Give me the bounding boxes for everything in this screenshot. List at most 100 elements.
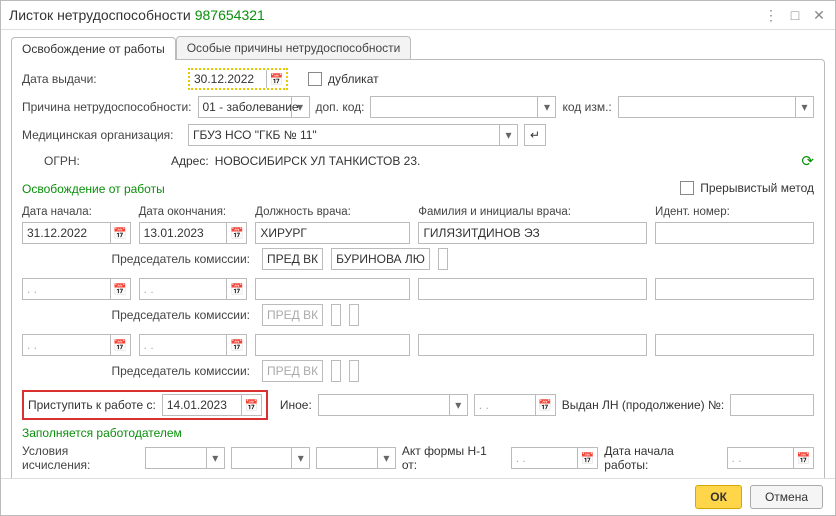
- med-org-open-button[interactable]: ↵: [524, 124, 546, 146]
- grid-header: Дата начала: Дата окончания: Должность в…: [22, 206, 814, 218]
- section-employer-title: Заполняется работодателем: [22, 426, 814, 440]
- period1-chair-ident[interactable]: [438, 248, 448, 270]
- calendar-icon[interactable]: 📅: [793, 448, 813, 468]
- calc-combo-2[interactable]: ▾: [231, 447, 311, 469]
- period3-fio[interactable]: [418, 334, 647, 356]
- reason-label: Причина нетрудоспособности:: [22, 100, 192, 114]
- issued-ln-input[interactable]: [730, 394, 814, 416]
- other-label: Иное:: [280, 398, 312, 412]
- period3-chair-post[interactable]: ПРЕД ВК: [262, 360, 323, 382]
- chevron-down-icon[interactable]: ▾: [449, 395, 467, 415]
- act-date[interactable]: . . 📅: [511, 447, 599, 469]
- code-change-label: код изм.:: [562, 100, 611, 114]
- window-title-prefix: Листок нетрудоспособности: [9, 7, 191, 23]
- period3-start[interactable]: . . 📅: [22, 334, 131, 356]
- period3-post[interactable]: [255, 334, 410, 356]
- chevron-down-icon[interactable]: ▾: [206, 448, 224, 468]
- chairman-row: Председатель комиссии: ПРЕД ВК: [22, 360, 814, 382]
- period1-end[interactable]: 13.01.2023 📅: [139, 222, 248, 244]
- period-row: 31.12.2022 📅 13.01.2023 📅 ХИРУРГ ГИЛЯЗИТ…: [22, 222, 814, 244]
- refresh-icon[interactable]: ⟳: [801, 152, 814, 170]
- ok-button[interactable]: ОК: [695, 485, 742, 509]
- titlebar: Листок нетрудоспособности 987654321 ⋮ □ …: [1, 1, 835, 30]
- calc-combo-1[interactable]: ▾: [145, 447, 225, 469]
- chevron-down-icon[interactable]: ▾: [291, 97, 309, 117]
- more-icon[interactable]: ⋮: [763, 7, 779, 23]
- calendar-icon[interactable]: 📅: [241, 395, 261, 415]
- issue-date-input[interactable]: 30.12.2022 📅: [188, 68, 288, 90]
- period2-chair-post[interactable]: ПРЕД ВК: [262, 304, 323, 326]
- duplicate-checkbox[interactable]: [308, 72, 322, 86]
- tab-panel: Дата выдачи: 30.12.2022 📅 дубликат Причи…: [11, 59, 825, 487]
- act-label: Акт формы Н-1 от:: [402, 444, 505, 472]
- return-label: Приступить к работе с:: [28, 398, 156, 412]
- calendar-icon[interactable]: 📅: [226, 279, 246, 299]
- maximize-icon[interactable]: □: [787, 7, 803, 23]
- intermittent-label: Прерывистый метод: [700, 181, 814, 195]
- period1-ident[interactable]: [655, 222, 814, 244]
- dop-code-label: доп. код:: [316, 100, 365, 114]
- code-change-combo[interactable]: ▾: [618, 96, 814, 118]
- work-start-date[interactable]: . . 📅: [727, 447, 815, 469]
- work-start-label: Дата начала работы:: [604, 444, 720, 472]
- chevron-down-icon[interactable]: ▾: [291, 448, 309, 468]
- intermittent-checkbox[interactable]: [680, 181, 694, 195]
- period3-chair-fio[interactable]: [331, 360, 341, 382]
- issued-ln-label: Выдан ЛН (продолжение) №:: [562, 398, 724, 412]
- issue-date-value: 30.12.2022: [194, 72, 254, 86]
- dop-code-combo[interactable]: ▾: [370, 96, 556, 118]
- ogrn-label: ОГРН:: [22, 154, 67, 168]
- tab-release[interactable]: Освобождение от работы: [11, 37, 176, 60]
- calendar-icon[interactable]: 📅: [226, 223, 246, 243]
- return-highlight-group: Приступить к работе с: 14.01.2023 📅: [22, 390, 268, 420]
- period-row: . . 📅 . . 📅: [22, 334, 814, 356]
- period1-chair-post[interactable]: ПРЕД ВК: [262, 248, 323, 270]
- period3-chair-ident[interactable]: [349, 360, 359, 382]
- period3-end[interactable]: . . 📅: [139, 334, 248, 356]
- other-combo[interactable]: ▾: [318, 394, 468, 416]
- footer: ОК Отмена: [1, 478, 835, 515]
- period2-end[interactable]: . . 📅: [139, 278, 248, 300]
- calendar-icon[interactable]: 📅: [535, 395, 555, 415]
- chairman-row: Председатель комиссии: ПРЕД ВК БУРИНОВА …: [22, 248, 814, 270]
- chevron-down-icon[interactable]: ▾: [537, 97, 555, 117]
- calc-combo-3[interactable]: ▾: [316, 447, 396, 469]
- chevron-down-icon[interactable]: ▾: [499, 125, 517, 145]
- chevron-down-icon[interactable]: ▾: [795, 97, 813, 117]
- period2-post[interactable]: [255, 278, 410, 300]
- chairman-row: Председатель комиссии: ПРЕД ВК: [22, 304, 814, 326]
- close-icon[interactable]: ✕: [811, 7, 827, 23]
- period2-chair-ident[interactable]: [349, 304, 359, 326]
- period1-post[interactable]: ХИРУРГ: [255, 222, 410, 244]
- calendar-icon[interactable]: 📅: [110, 335, 130, 355]
- calendar-icon[interactable]: 📅: [110, 223, 130, 243]
- calc-label: Условия исчисления:: [22, 444, 139, 472]
- cancel-button[interactable]: Отмена: [750, 485, 823, 509]
- med-org-label: Медицинская организация:: [22, 128, 182, 142]
- chevron-down-icon[interactable]: ▾: [377, 448, 395, 468]
- other-date[interactable]: . . 📅: [474, 394, 556, 416]
- window-title-number: 987654321: [195, 7, 265, 23]
- calendar-icon[interactable]: 📅: [577, 448, 597, 468]
- period1-fio[interactable]: ГИЛЯЗИТДИНОВ ЭЗ: [418, 222, 647, 244]
- calendar-icon[interactable]: 📅: [110, 279, 130, 299]
- calendar-icon[interactable]: 📅: [226, 335, 246, 355]
- period2-ident[interactable]: [655, 278, 814, 300]
- med-org-combo[interactable]: ГБУЗ НСО "ГКБ № 11" ▾: [188, 124, 518, 146]
- period-row: . . 📅 . . 📅: [22, 278, 814, 300]
- period2-start[interactable]: . . 📅: [22, 278, 131, 300]
- period3-ident[interactable]: [655, 334, 814, 356]
- tab-special-reasons[interactable]: Особые причины нетрудоспособности: [176, 36, 412, 59]
- period2-fio[interactable]: [418, 278, 647, 300]
- period2-chair-fio[interactable]: [331, 304, 341, 326]
- calendar-icon[interactable]: 📅: [266, 70, 286, 88]
- issue-date-label: Дата выдачи:: [22, 72, 182, 86]
- return-date-input[interactable]: 14.01.2023 📅: [162, 394, 262, 416]
- tabs: Освобождение от работы Особые причины не…: [1, 30, 835, 59]
- address-label: Адрес:: [171, 154, 209, 168]
- section-release-title: Освобождение от работы: [22, 182, 165, 196]
- period1-chair-fio[interactable]: БУРИНОВА ЛЮ: [331, 248, 430, 270]
- period1-start[interactable]: 31.12.2022 📅: [22, 222, 131, 244]
- reason-combo[interactable]: 01 - заболевание ▾: [198, 96, 310, 118]
- duplicate-label: дубликат: [328, 72, 379, 86]
